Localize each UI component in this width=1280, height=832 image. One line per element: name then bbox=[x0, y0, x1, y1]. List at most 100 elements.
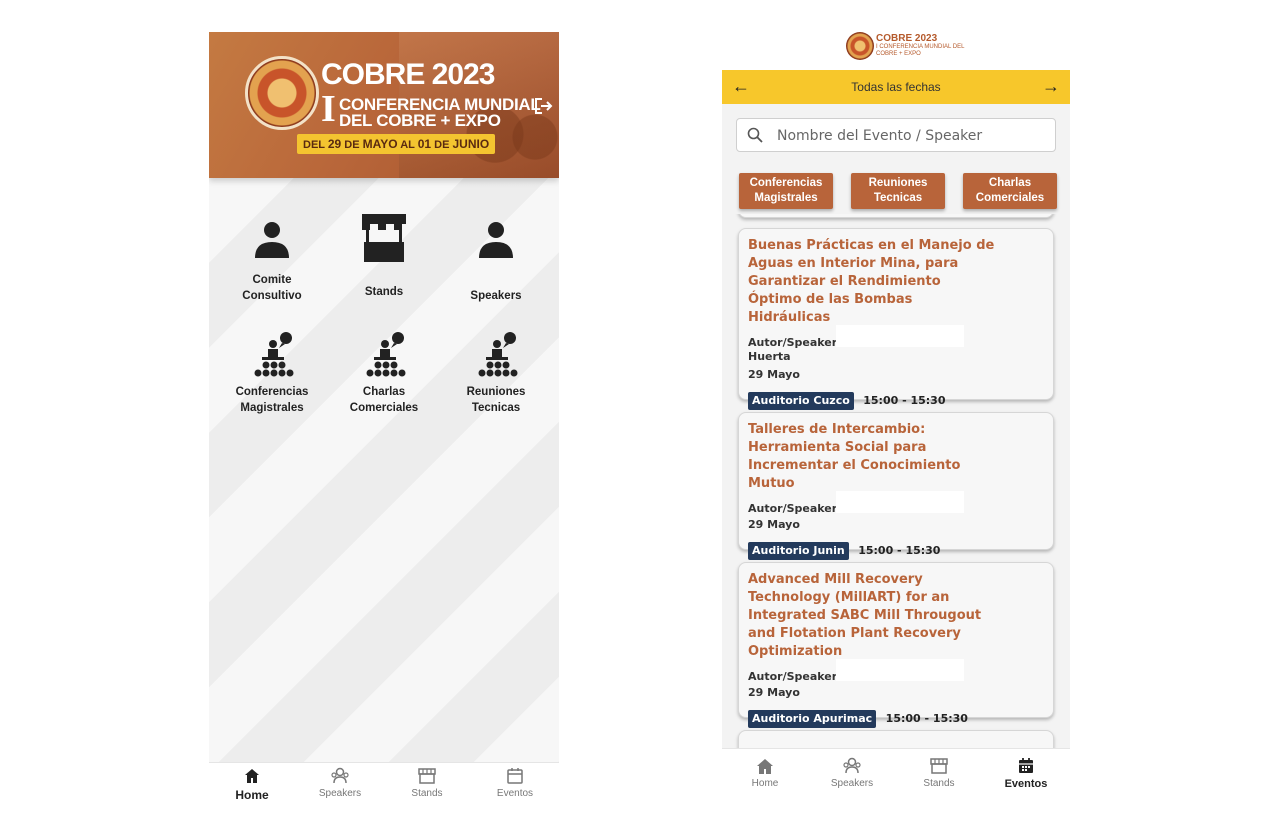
nav-eventos[interactable]: Eventos bbox=[986, 757, 1066, 790]
search-icon bbox=[747, 127, 763, 143]
nav-home[interactable]: Home bbox=[212, 767, 292, 802]
category-reuniones-tecnicas[interactable]: Reuniones Tecnicas bbox=[851, 173, 945, 209]
event-title: Buenas Prácticas en el Manejo de Aguas e… bbox=[748, 238, 995, 325]
menu-reuniones-tecnicas[interactable]: Reuniones Tecnicas bbox=[446, 330, 546, 416]
event-date: 29 Mayo bbox=[748, 686, 800, 699]
event-logo bbox=[245, 56, 319, 130]
event-card[interactable] bbox=[738, 730, 1054, 748]
bottom-nav: Home Speakers Stands Eventos bbox=[209, 762, 559, 808]
person-icon bbox=[479, 222, 513, 258]
speakers-icon bbox=[843, 757, 861, 774]
menu-charlas-comerciales[interactable]: Charlas Comerciales bbox=[334, 330, 434, 416]
nav-stands[interactable]: Stands bbox=[387, 767, 467, 799]
home-screen: COBRE 2023 I CONFERENCIA MUNDIAL DEL COB… bbox=[209, 32, 559, 808]
menu-label: Conferencias bbox=[235, 386, 309, 398]
room-badge: Auditorio Apurimac bbox=[748, 710, 877, 728]
store-icon bbox=[418, 768, 436, 784]
event-meta: Auditorio Cuzco 15:00 - 15:30 bbox=[748, 391, 1045, 410]
nav-home[interactable]: Home bbox=[725, 757, 805, 789]
logout-icon[interactable] bbox=[533, 96, 553, 116]
menu-label: Consultivo bbox=[242, 290, 302, 302]
category-label: Comerciales bbox=[975, 192, 1045, 204]
audience-icon bbox=[366, 332, 406, 377]
event-title: Advanced Mill Recovery Technology (MillA… bbox=[748, 572, 982, 659]
banner-edition: I bbox=[321, 88, 336, 130]
category-label: Magistrales bbox=[754, 192, 818, 204]
speaker-name: Huerta bbox=[748, 350, 791, 363]
nav-label: Home bbox=[751, 778, 779, 789]
category-label: Charlas bbox=[988, 177, 1032, 189]
event-time: 15:00 - 15:30 bbox=[863, 394, 946, 407]
search-box bbox=[736, 118, 1056, 152]
event-title: Talleres de Intercambio: Herramienta Soc… bbox=[748, 422, 961, 491]
category-label: Conferencias bbox=[749, 177, 823, 189]
speaker-name-redacted bbox=[836, 325, 964, 347]
events-list[interactable]: Buenas Prácticas en el Manejo de Aguas e… bbox=[722, 214, 1070, 748]
nav-speakers[interactable]: Speakers bbox=[300, 767, 380, 799]
menu-label: Reuniones bbox=[466, 386, 526, 398]
banner-dates: DEL 29 DE MAYO AL 01 DE JUNIO bbox=[297, 134, 496, 154]
speaker-name-redacted bbox=[836, 491, 964, 513]
event-speaker: Autor/Speaker: bbox=[748, 659, 1045, 683]
event-date: 29 Mayo bbox=[748, 518, 800, 531]
event-meta: Auditorio Junin 15:00 - 15:30 bbox=[748, 541, 1045, 560]
speakers-icon bbox=[331, 767, 349, 784]
category-label: Reuniones bbox=[868, 177, 928, 189]
event-time: 15:00 - 15:30 bbox=[885, 712, 968, 725]
date-filter-bar: ← Todas las fechas → bbox=[722, 70, 1070, 104]
menu-conferencias-magistrales[interactable]: Conferencias Magistrales bbox=[222, 330, 322, 416]
menu-label: Magistrales bbox=[240, 402, 304, 414]
event-speaker: Autor/Speaker: bbox=[748, 325, 1045, 349]
app-header: COBRE 2023 I CONFERENCIA MUNDIAL DEL COB… bbox=[722, 24, 1070, 70]
event-card[interactable] bbox=[738, 214, 1054, 218]
category-label: Tecnicas bbox=[873, 192, 923, 204]
event-card[interactable]: Buenas Prácticas en el Manejo de Aguas e… bbox=[738, 228, 1054, 410]
nav-eventos[interactable]: Eventos bbox=[475, 767, 555, 799]
audience-icon bbox=[478, 332, 518, 377]
nav-stands[interactable]: Stands bbox=[899, 757, 979, 789]
eventos-screen: COBRE 2023 I CONFERENCIA MUNDIAL DEL COB… bbox=[722, 24, 1070, 808]
home-icon bbox=[245, 769, 259, 783]
menu-label: Comite bbox=[252, 274, 292, 286]
category-conferencias-magistrales[interactable]: Conferencias Magistrales bbox=[739, 173, 833, 209]
menu-label: Stands bbox=[364, 286, 404, 298]
menu-label: Charlas bbox=[362, 386, 406, 398]
room-badge: Auditorio Cuzco bbox=[748, 392, 854, 410]
nav-label: Stands bbox=[411, 788, 443, 799]
person-icon bbox=[255, 222, 289, 258]
menu-comite-consultivo[interactable]: Comite Consultivo bbox=[222, 218, 322, 304]
nav-label: Speakers bbox=[830, 778, 874, 789]
search-input[interactable] bbox=[777, 126, 1037, 146]
store-icon bbox=[930, 758, 948, 774]
event-meta: Auditorio Apurimac 15:00 - 15:30 bbox=[748, 709, 1045, 728]
banner-subtitle-line2: DEL COBRE + EXPO bbox=[339, 111, 501, 130]
nav-label: Stands bbox=[923, 778, 955, 789]
speaker-label: Autor/Speaker: bbox=[748, 670, 842, 683]
category-charlas-comerciales[interactable]: Charlas Comerciales bbox=[963, 173, 1057, 209]
event-date: 29 Mayo bbox=[748, 368, 800, 381]
bottom-nav: Home Speakers Stands Eventos bbox=[722, 748, 1070, 808]
menu-speakers[interactable]: Speakers bbox=[446, 218, 546, 304]
date-filter-label: Todas las fechas bbox=[851, 80, 941, 94]
speaker-name-redacted bbox=[836, 659, 964, 681]
event-card[interactable]: Advanced Mill Recovery Technology (MillA… bbox=[738, 562, 1054, 728]
menu-label: Comerciales bbox=[349, 402, 419, 414]
nav-label: Eventos bbox=[1004, 778, 1048, 790]
event-speaker: Autor/Speaker: bbox=[748, 491, 1045, 515]
calendar-icon bbox=[507, 768, 523, 784]
nav-label: Eventos bbox=[496, 788, 534, 799]
calendar-icon bbox=[1019, 758, 1033, 773]
audience-icon bbox=[254, 332, 294, 377]
event-card[interactable]: Talleres de Intercambio: Herramienta Soc… bbox=[738, 412, 1054, 560]
store-icon bbox=[362, 214, 406, 262]
speaker-label: Autor/Speaker: bbox=[748, 336, 842, 349]
menu-stands[interactable]: Stands bbox=[334, 212, 434, 300]
nav-speakers[interactable]: Speakers bbox=[812, 757, 892, 789]
next-date-arrow-icon[interactable]: → bbox=[1042, 76, 1060, 96]
home-icon bbox=[757, 759, 773, 774]
nav-label: Home bbox=[235, 788, 269, 802]
speaker-label: Autor/Speaker: bbox=[748, 502, 842, 515]
menu-label: Speakers bbox=[470, 290, 522, 302]
banner-title: COBRE 2023 bbox=[321, 58, 495, 91]
header-brand: COBRE 2023 bbox=[876, 33, 938, 44]
